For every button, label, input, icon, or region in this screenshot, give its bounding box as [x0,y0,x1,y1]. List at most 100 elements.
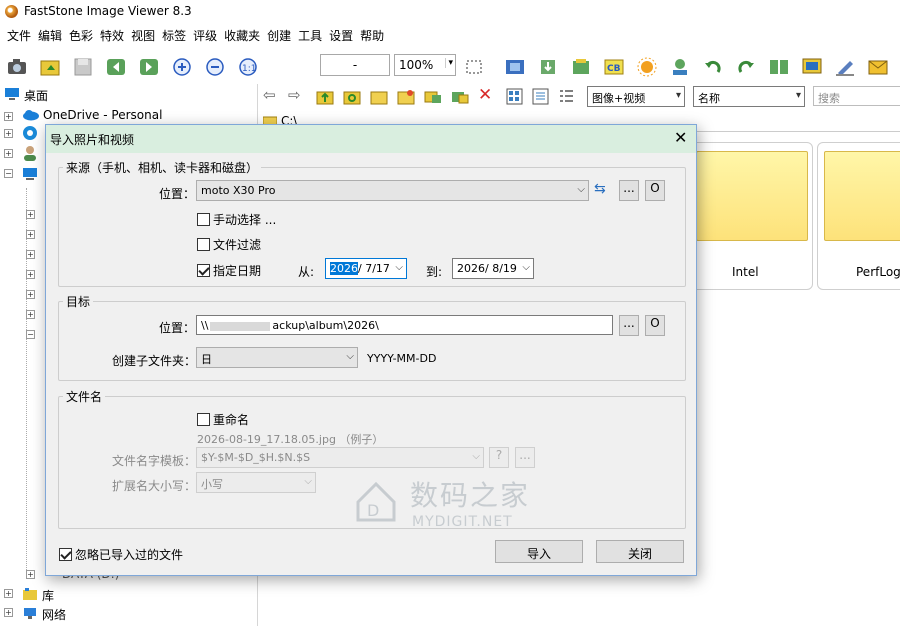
expand-icon[interactable]: + [4,589,13,598]
close-button[interactable]: 关闭 [596,540,684,563]
template-more-button[interactable]: ... [515,447,535,468]
template-combo[interactable]: $Y-$M-$D_$H.$N.$S ⌵ [196,447,484,468]
select-region-icon[interactable] [463,56,485,78]
file-filter-option[interactable]: 文件过滤 [197,236,261,253]
file-filter-checkbox[interactable] [197,238,210,251]
expand-icon[interactable]: + [4,149,13,158]
tree-item-desktop[interactable]: 桌面 [4,84,254,104]
tree-item-user[interactable]: + [4,144,44,164]
menu-effects[interactable]: 特效 [97,24,128,46]
zoom-dropdown-icon[interactable]: ▾ [445,58,453,68]
actual-size-icon[interactable]: 1:1 [237,56,259,78]
expand-icon[interactable]: + [4,112,13,121]
rename-option[interactable]: 重命名 [197,411,249,428]
ignore-imported-checkbox[interactable] [59,548,72,561]
source-open-button[interactable]: O [645,180,665,201]
menu-rating[interactable]: 评级 [190,24,221,46]
cb-icon[interactable]: CB [603,56,625,78]
tree-item-onedrive[interactable]: + OneDrive - Personal [4,105,254,125]
tree-item-edge[interactable]: + [4,124,44,144]
collapse-icon[interactable]: − [26,330,35,339]
zoom-in-icon[interactable] [171,56,193,78]
tree-item-library[interactable]: + 库 [4,584,124,604]
import-button[interactable]: 导入 [495,540,583,563]
to-date-picker[interactable]: 2026/ 8/19 ⌵ [452,258,534,279]
manual-select-checkbox[interactable] [197,213,210,226]
template-help-button[interactable]: ? [489,447,509,468]
save-icon[interactable] [72,56,94,78]
manual-select-option[interactable]: 手动选择 ... [197,211,276,228]
swap-arrows-icon[interactable]: ⇆ [594,181,606,197]
zoom-out-icon[interactable] [204,56,226,78]
effects-sun-icon[interactable] [636,56,658,78]
rename-checkbox[interactable] [197,413,210,426]
expand-icon[interactable]: + [26,210,35,219]
camera-icon[interactable] [6,56,28,78]
slideshow-icon[interactable] [801,56,823,78]
view-mode-combo[interactable]: 图像+视频 ▾ [587,86,685,107]
expand-icon[interactable]: + [4,129,13,138]
favorite-folder-icon[interactable] [397,88,415,108]
menu-favorites[interactable]: 收藏夹 [221,24,264,46]
filmstrip-icon[interactable] [504,56,526,78]
tree-item-this-pc[interactable]: − [4,164,44,184]
menu-tools[interactable]: 工具 [295,24,326,46]
menu-view[interactable]: 视图 [128,24,159,46]
move-to-icon[interactable] [451,88,469,108]
from-date-picker[interactable]: 2026/ 7/17 ⌵ [325,258,407,279]
subfolder-combo[interactable]: 日 ⌵ [196,347,358,368]
menu-help[interactable]: 帮助 [357,24,388,46]
date-filter-checkbox[interactable] [197,264,210,277]
sort-combo[interactable]: 名称 ▾ [693,86,805,107]
source-browse-button[interactable]: ... [619,180,639,201]
up-folder-icon[interactable] [316,88,334,108]
delete-icon[interactable]: ✕ [478,85,492,105]
target-open-button[interactable]: O [645,315,665,336]
ignore-imported-option[interactable]: 忽略已导入过的文件 [59,546,183,563]
batch-icon[interactable] [570,56,592,78]
close-icon[interactable]: ✕ [674,128,687,147]
menu-file[interactable]: 文件 [4,24,35,46]
zoom-combo[interactable]: 100% ▾ [394,54,456,76]
back-arrow-icon[interactable]: ⇦ [263,86,276,104]
forward-arrow-icon[interactable]: ⇨ [288,86,301,104]
menu-settings[interactable]: 设置 [326,24,357,46]
expand-icon[interactable]: + [26,310,35,319]
menu-create[interactable]: 创建 [264,24,295,46]
expand-icon[interactable]: + [26,570,35,579]
date-filter-option[interactable]: 指定日期 [197,262,261,279]
target-location-input[interactable]: \\ ackup\album\2026\ [196,315,613,335]
list-view-icon[interactable] [532,88,549,108]
search-input[interactable]: 搜索 [813,86,900,106]
compare-icon[interactable] [768,56,790,78]
open-folder-icon[interactable] [39,56,61,78]
tree-item-network[interactable]: + 网络 [4,603,124,623]
collapse-icon[interactable]: − [4,169,13,178]
expand-icon[interactable]: + [26,270,35,279]
email-icon[interactable] [867,56,889,78]
rotate-left-icon[interactable] [702,56,724,78]
expand-icon[interactable]: + [26,250,35,259]
refresh-icon[interactable] [343,88,361,108]
target-browse-button[interactable]: ... [619,315,639,336]
menu-edit[interactable]: 编辑 [35,24,66,46]
stamp-icon[interactable] [669,56,691,78]
thumbnail-item[interactable]: PerfLog [817,142,900,290]
copy-to-icon[interactable] [424,88,442,108]
source-location-combo[interactable]: moto X30 Pro ⌵ [196,180,589,201]
export-icon[interactable] [537,56,559,78]
expand-icon[interactable]: + [26,290,35,299]
expand-icon[interactable]: + [4,608,13,617]
ext-case-combo[interactable]: 小写 ⌵ [196,472,316,493]
thumbnails-view-icon[interactable] [506,88,523,108]
thumbnail-item[interactable]: Intel [689,142,813,290]
expand-icon[interactable]: + [26,230,35,239]
rotate-right-icon[interactable] [735,56,757,78]
menu-tags[interactable]: 标签 [159,24,190,46]
previous-icon[interactable] [105,56,127,78]
next-icon[interactable] [138,56,160,78]
navigation-field[interactable]: - [320,54,390,76]
details-view-icon[interactable] [558,88,575,108]
draw-icon[interactable] [834,56,856,78]
menu-color[interactable]: 色彩 [66,24,97,46]
